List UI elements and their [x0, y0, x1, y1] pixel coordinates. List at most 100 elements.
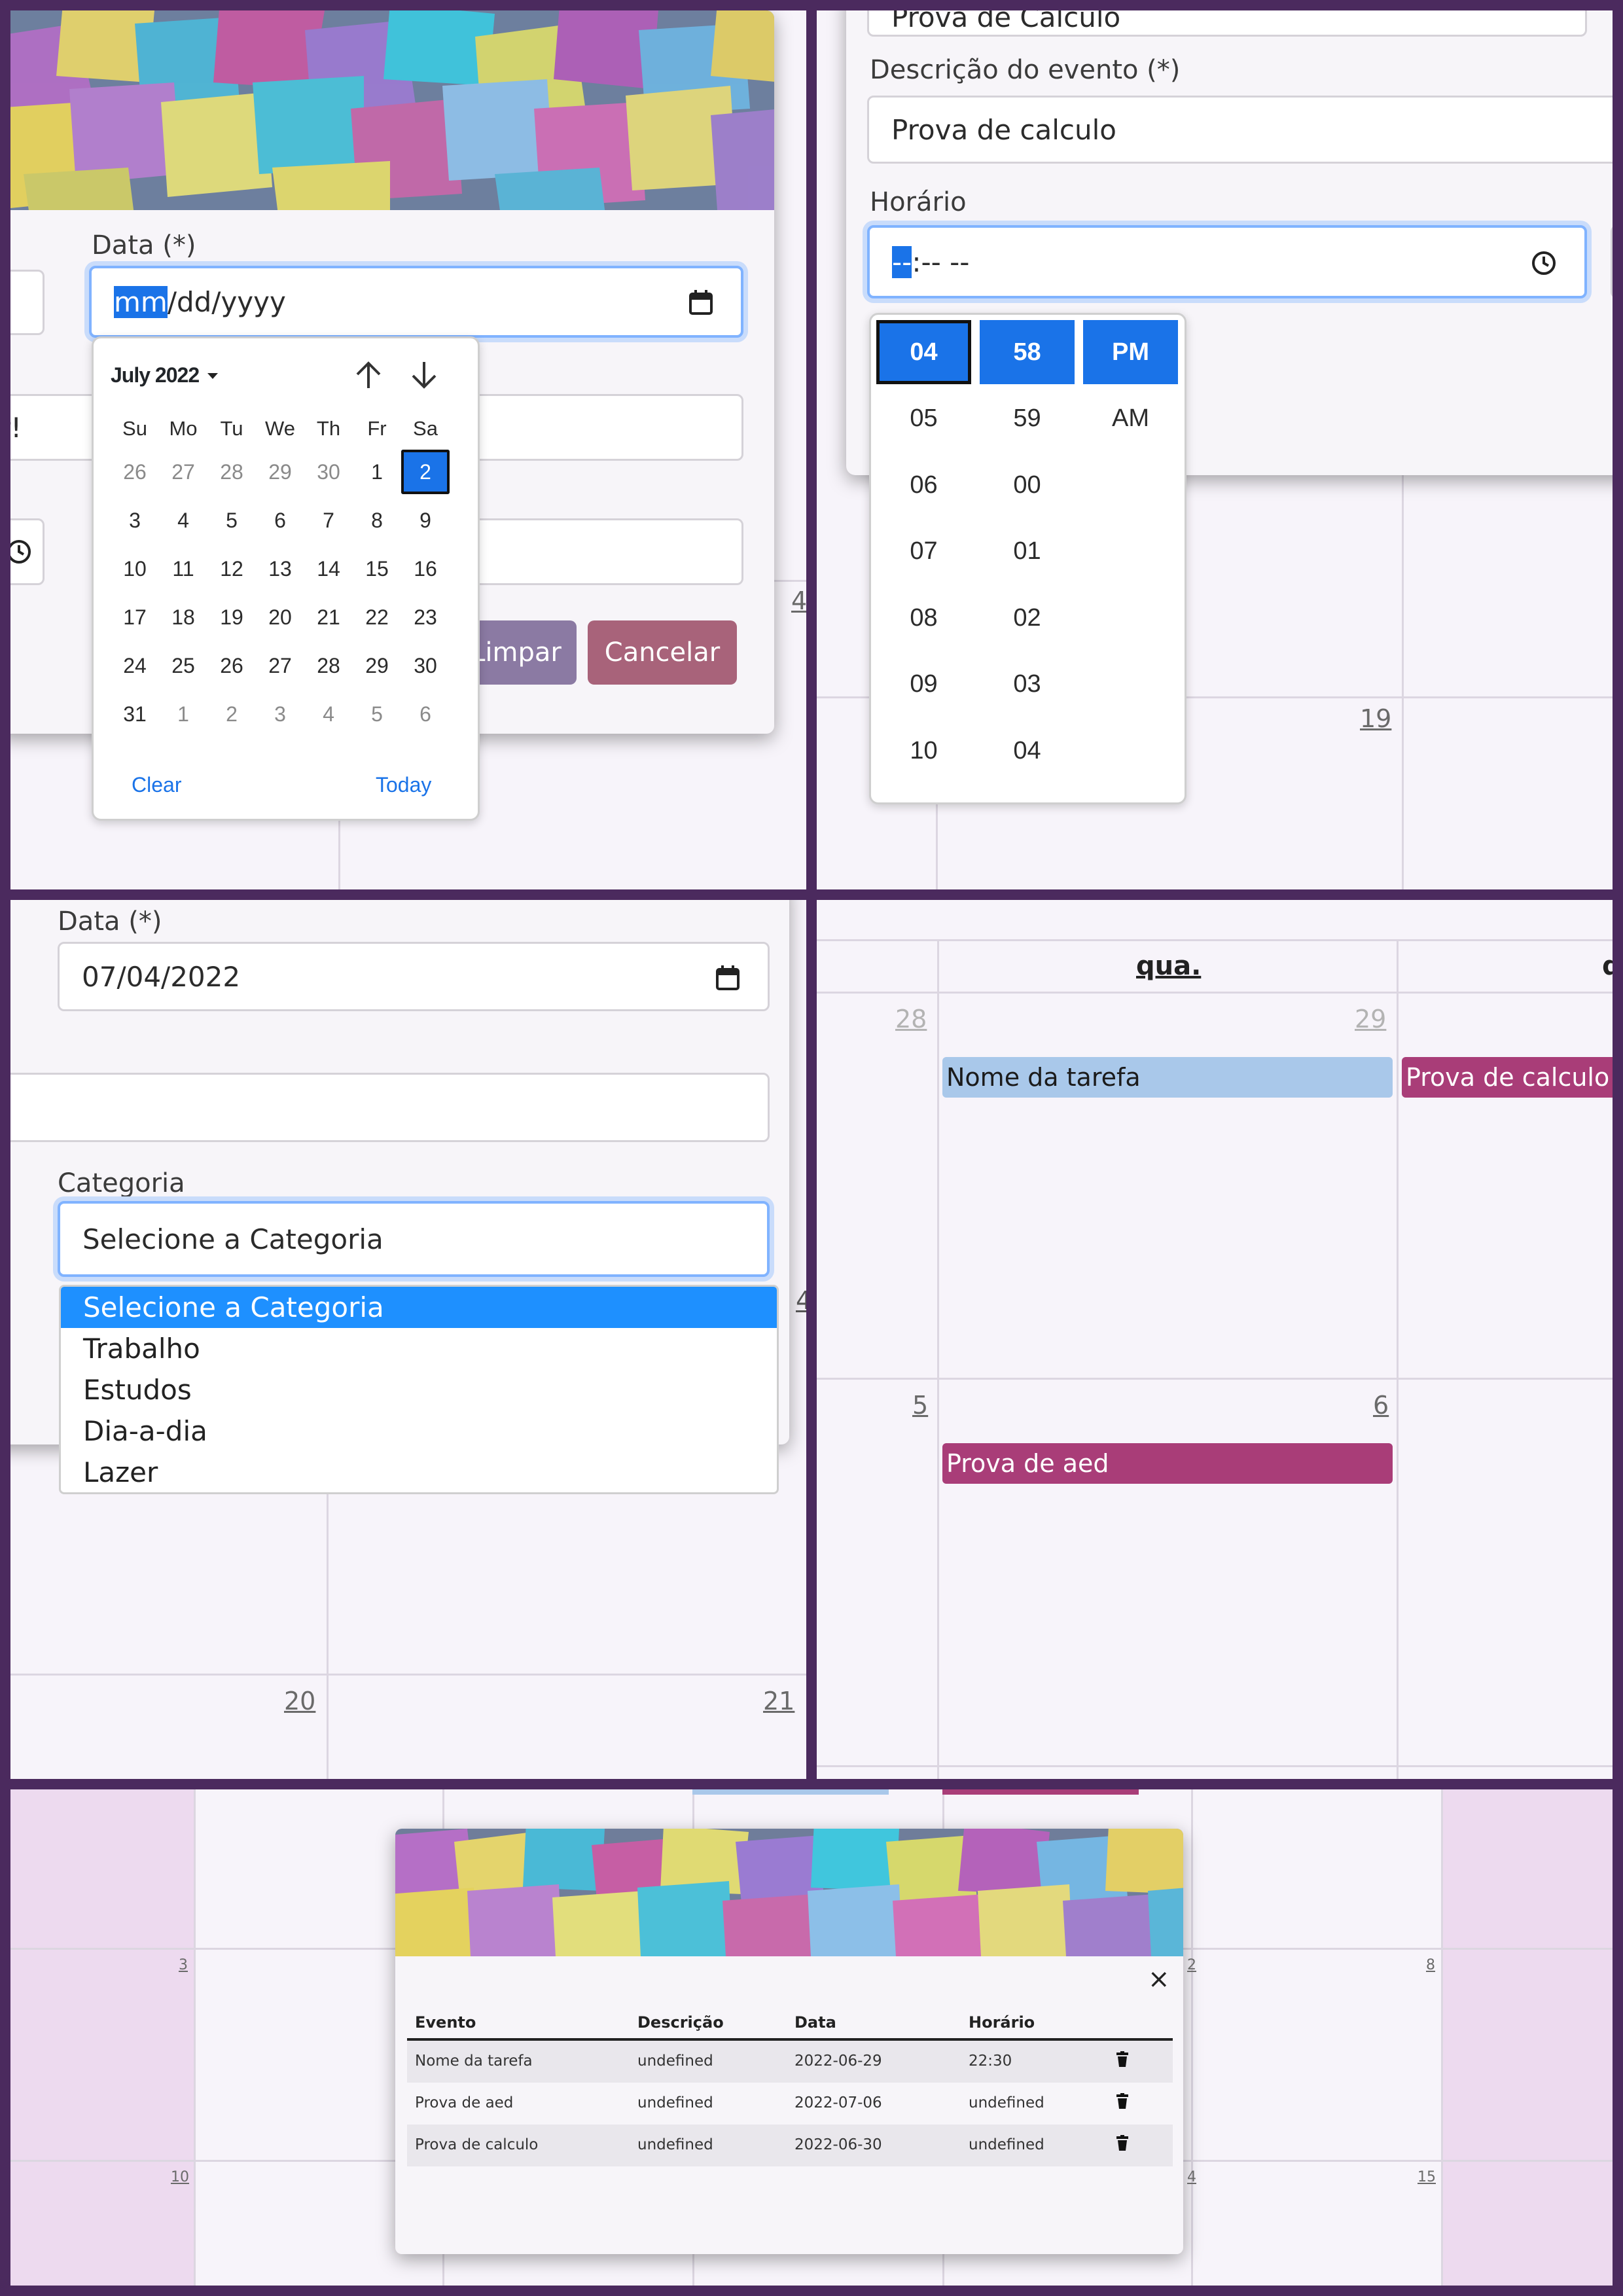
- time-minute-option[interactable]: 00: [980, 453, 1075, 517]
- calendar-day[interactable]: 3: [256, 692, 304, 736]
- panel-calendar-events: qua. q 28 29 Nome da tarefa Prova de cal…: [817, 900, 1613, 1779]
- calendar-day[interactable]: 17: [111, 595, 159, 639]
- calendar-day[interactable]: 29: [256, 450, 304, 494]
- left-partial-field[interactable]: [10, 270, 45, 335]
- time-hour-option[interactable]: 05: [876, 387, 971, 451]
- description-value: Prova de calculo: [891, 113, 1116, 146]
- description-label: Descrição do evento (*): [870, 55, 1181, 85]
- calendar-day[interactable]: 10: [111, 547, 159, 591]
- time-minute-option[interactable]: 02: [980, 586, 1075, 650]
- time-hour-option[interactable]: 04: [876, 320, 971, 384]
- clock-icon[interactable]: [1531, 250, 1557, 276]
- category-select[interactable]: Selecione a Categoria: [58, 1201, 770, 1277]
- panel-category-select: Data (*) 07/04/2022 Categoria Selecione …: [10, 900, 806, 1779]
- date-input[interactable]: mm/dd/yyyy: [89, 266, 743, 338]
- clear-link[interactable]: Clear: [132, 773, 181, 797]
- calendar-day[interactable]: 27: [256, 643, 304, 688]
- calendar-day[interactable]: 6: [256, 498, 304, 543]
- calendar-day[interactable]: 22: [353, 595, 401, 639]
- calendar-day[interactable]: 20: [256, 595, 304, 639]
- time-minute-option[interactable]: 03: [980, 653, 1075, 717]
- time-hour-option[interactable]: 10: [876, 719, 971, 783]
- calendar-day[interactable]: 31: [111, 692, 159, 736]
- event-nome-da-tarefa[interactable]: Nome da tarefa: [942, 1057, 1393, 1098]
- calendar-day[interactable]: 5: [207, 498, 256, 543]
- option-selecione[interactable]: Selecione a Categoria: [61, 1287, 777, 1328]
- title-partial-text: r!: [10, 411, 22, 444]
- calendar-day[interactable]: 1: [353, 450, 401, 494]
- option-estudos[interactable]: Estudos: [61, 1369, 777, 1410]
- location-input[interactable]: [10, 1073, 770, 1142]
- calendar-day[interactable]: 14: [304, 547, 353, 591]
- trash-icon[interactable]: [1116, 2093, 1128, 2109]
- time-minute-option[interactable]: 01: [980, 520, 1075, 584]
- option-lazer[interactable]: Lazer: [61, 1452, 777, 1492]
- calendar-day-selected[interactable]: 2: [401, 450, 450, 494]
- event-prova-de-calculo[interactable]: Prova de calculo: [1402, 1057, 1613, 1098]
- option-trabalho[interactable]: Trabalho: [61, 1328, 777, 1369]
- calendar-day[interactable]: 5: [353, 692, 401, 736]
- calendar-day[interactable]: 15: [353, 547, 401, 591]
- month-year-dropdown[interactable]: July 2022: [111, 363, 220, 387]
- calendar-day[interactable]: 13: [256, 547, 304, 591]
- calendar-day[interactable]: 25: [159, 643, 207, 688]
- calendar-day[interactable]: 4: [304, 692, 353, 736]
- calendar-day[interactable]: 26: [111, 450, 159, 494]
- close-icon[interactable]: ×: [1148, 1966, 1170, 1992]
- calendar-day[interactable]: 2: [207, 692, 256, 736]
- calendar-day[interactable]: 12: [207, 547, 256, 591]
- trash-icon[interactable]: [1116, 2051, 1128, 2067]
- time-ampm-option[interactable]: AM: [1083, 387, 1178, 451]
- calendar-day[interactable]: 18: [159, 595, 207, 639]
- time-input-left[interactable]: [10, 518, 45, 585]
- time-minute-option[interactable]: 58: [980, 320, 1075, 384]
- calendar-icon[interactable]: [688, 289, 713, 315]
- calendar-day[interactable]: 30: [401, 643, 450, 688]
- cancelar-button[interactable]: Cancelar: [588, 620, 737, 685]
- today-link[interactable]: Today: [376, 773, 431, 797]
- time-ampm-option[interactable]: PM: [1083, 320, 1178, 384]
- calendar-icon[interactable]: [715, 965, 740, 991]
- category-input[interactable]: [455, 518, 743, 585]
- title-value: Prova de Calculo: [891, 10, 1121, 33]
- time-input[interactable]: --:-- --: [867, 225, 1587, 298]
- calendar-day[interactable]: 23: [401, 595, 450, 639]
- weekday-header: Sa: [413, 417, 438, 440]
- time-hour-option[interactable]: 06: [876, 453, 971, 517]
- calendar-day[interactable]: 24: [111, 643, 159, 688]
- calendar-day-19: 19: [1360, 704, 1392, 733]
- calendar-day[interactable]: 6: [401, 692, 450, 736]
- calendar-day[interactable]: 21: [304, 595, 353, 639]
- time-hour-option[interactable]: 09: [876, 653, 971, 717]
- arrow-down-icon[interactable]: [408, 358, 440, 392]
- title-input[interactable]: Prova de Calculo: [867, 10, 1587, 37]
- calendar-day[interactable]: 3: [111, 498, 159, 543]
- time-hour-option[interactable]: 08: [876, 586, 971, 650]
- calendar-day[interactable]: 1: [159, 692, 207, 736]
- time-hour-option[interactable]: 07: [876, 520, 971, 584]
- calendar-day[interactable]: 28: [304, 643, 353, 688]
- calendar-day[interactable]: 4: [159, 498, 207, 543]
- time-hour-segment: --: [892, 245, 912, 278]
- calendar-day[interactable]: 28: [207, 450, 256, 494]
- time-minute-option[interactable]: 59: [980, 387, 1075, 451]
- calendar-day[interactable]: 8: [353, 498, 401, 543]
- description-input[interactable]: Prova de calculo: [867, 96, 1613, 164]
- trash-icon[interactable]: [1116, 2135, 1128, 2151]
- calendar-day[interactable]: 30: [304, 450, 353, 494]
- calendar-day[interactable]: 19: [207, 595, 256, 639]
- calendar-day[interactable]: 11: [159, 547, 207, 591]
- calendar-day[interactable]: 26: [207, 643, 256, 688]
- right-partial-field[interactable]: [1611, 225, 1613, 298]
- calendar-day[interactable]: 9: [401, 498, 450, 543]
- calendar-day[interactable]: 16: [401, 547, 450, 591]
- calendar-day[interactable]: 7: [304, 498, 353, 543]
- event-prova-de-aed[interactable]: Prova de aed: [942, 1443, 1393, 1484]
- calendar-day[interactable]: 27: [159, 450, 207, 494]
- time-minute-option[interactable]: 04: [980, 719, 1075, 783]
- option-dia-a-dia[interactable]: Dia-a-dia: [61, 1410, 777, 1452]
- date-input[interactable]: 07/04/2022: [58, 942, 770, 1011]
- arrow-up-icon[interactable]: [352, 358, 385, 392]
- calendar-day-3: 3: [179, 1957, 188, 1973]
- calendar-day[interactable]: 29: [353, 643, 401, 688]
